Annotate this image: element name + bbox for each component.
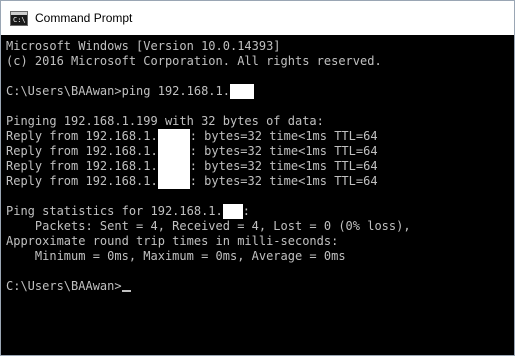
console-text: Reply from 192.168.1. [6, 129, 158, 143]
console-line: Reply from 192.168.1. : bytes=32 time<1ms… [6, 129, 514, 144]
console-line: Reply from 192.168.1. : bytes=32 time<1ms… [6, 144, 514, 159]
console-text: (c) 2016 Microsoft Corporation. All righ… [6, 54, 382, 68]
command-prompt-window[interactable]: C:\ Command Prompt Microsoft Windows [Ve… [0, 0, 515, 356]
window-title: Command Prompt [35, 11, 133, 25]
redaction-block [229, 84, 254, 99]
console-text: : [242, 204, 250, 218]
console-line: C:\Users\BAAwan> [6, 279, 514, 294]
console-line: (c) 2016 Microsoft Corporation. All righ… [6, 54, 514, 69]
console-text: Packets: Sent = 4, Received = 4, Lost = … [6, 219, 411, 233]
console-text: : bytes=32 time<1ms TTL=64 [189, 174, 378, 188]
title-bar[interactable]: C:\ Command Prompt [1, 1, 514, 35]
console-text: : bytes=32 time<1ms TTL=64 [189, 144, 378, 158]
text-cursor [121, 290, 131, 292]
redaction-block [157, 174, 190, 189]
console-output[interactable]: Microsoft Windows [Version 10.0.14393] (c… [1, 35, 514, 294]
console-line: Packets: Sent = 4, Received = 4, Lost = … [6, 219, 514, 234]
console-line: Ping statistics for 192.168.1.: [6, 204, 514, 219]
cmd-icon: C:\ [10, 10, 28, 26]
console-text: Pinging 192.168.1.199 with 32 bytes of d… [6, 114, 324, 128]
console-line: Reply from 192.168.1. : bytes=32 time<1ms… [6, 159, 514, 174]
console-line: Reply from 192.168.1. : bytes=32 time<1ms… [6, 174, 514, 189]
console-text: C:\Users\BAAwan>ping 192.168.1. [6, 84, 230, 98]
redaction-block [222, 204, 243, 219]
redaction-block [157, 129, 190, 144]
console-text: Minimum = 0ms, Maximum = 0ms, Average = … [6, 249, 346, 263]
console-line: Approximate round trip times in milli-se… [6, 234, 514, 249]
redaction-block [157, 144, 190, 159]
console-line: C:\Users\BAAwan>ping 192.168.1. [6, 84, 514, 99]
console-text: Reply from 192.168.1. [6, 144, 158, 158]
console-line: Pinging 192.168.1.199 with 32 bytes of d… [6, 114, 514, 129]
console-text: : bytes=32 time<1ms TTL=64 [189, 129, 378, 143]
cmd-icon-glyph: C:\ [13, 15, 26, 24]
console-text: Reply from 192.168.1. [6, 159, 158, 173]
console-text: C:\Users\BAAwan> [6, 279, 122, 293]
console-text: Ping statistics for 192.168.1. [6, 204, 223, 218]
console-line: Minimum = 0ms, Maximum = 0ms, Average = … [6, 249, 514, 264]
redaction-block [157, 159, 190, 174]
console-text: : bytes=32 time<1ms TTL=64 [189, 159, 378, 173]
console-line: Microsoft Windows [Version 10.0.14393] [6, 39, 514, 54]
console-text: Approximate round trip times in milli-se… [6, 234, 339, 248]
console-text: Microsoft Windows [Version 10.0.14393] [6, 39, 281, 53]
console-text: Reply from 192.168.1. [6, 174, 158, 188]
